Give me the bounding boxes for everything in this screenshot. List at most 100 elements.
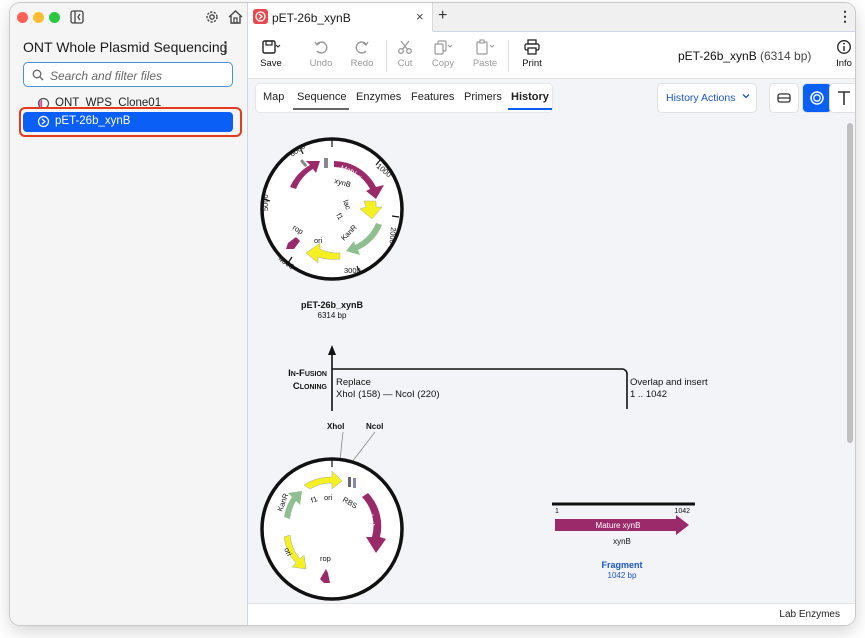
copy-icon — [434, 40, 453, 55]
save-button[interactable]: Save — [254, 36, 288, 74]
cut-label: Cut — [397, 58, 413, 69]
fragment-gene-label: xynB — [613, 537, 631, 546]
tab-history-underline — [508, 108, 552, 110]
replace-detail: XhoI (158) — NcoI (220) — [336, 389, 440, 400]
undo-icon — [314, 41, 328, 54]
replace-label: Replace — [336, 377, 371, 388]
top-map-name: pET-26b_xynB — [301, 300, 364, 310]
feature-marker — [348, 477, 351, 487]
redo-label: Redo — [350, 58, 374, 69]
tick-label: 3000 — [344, 266, 361, 275]
print-label: Print — [522, 58, 542, 69]
feature-marker — [353, 478, 356, 488]
bottom-plasmid-map[interactable]: KanR f1 ori RBS lacI ori rop — [260, 457, 404, 601]
tab-primers[interactable]: Primers — [464, 91, 502, 103]
overlap-detail: 1 .. 1042 — [630, 389, 667, 400]
feature-label: ori — [324, 493, 333, 502]
history-actions-dropdown[interactable]: History Actions — [658, 84, 756, 112]
info-icon — [837, 40, 851, 54]
printer-icon — [524, 39, 540, 55]
vertical-scrollbar[interactable] — [846, 117, 855, 603]
tab-map[interactable]: Map — [263, 91, 284, 103]
main-pane: pET-26b_xynB × + ⋮ Save Undo Redo Cut Co… — [248, 3, 855, 625]
print-button[interactable]: Print — [515, 36, 549, 74]
gear-icon[interactable] — [204, 9, 220, 25]
status-bar: Lab Enzymes — [248, 603, 855, 625]
copy-button[interactable]: Copy — [426, 36, 460, 74]
redo-button[interactable]: Redo — [345, 36, 379, 74]
search-box[interactable] — [23, 62, 233, 87]
operation-connector — [328, 345, 628, 411]
chevron-down-icon — [742, 91, 750, 103]
tab-label: pET-26b_xynB — [272, 11, 351, 25]
fragment-length: 1042 bp — [608, 571, 637, 580]
tab-history[interactable]: History — [511, 91, 549, 103]
project-menu-button[interactable]: ⋮ — [218, 39, 233, 57]
info-button[interactable]: Info — [827, 36, 855, 74]
top-map-length: 6314 bp — [318, 311, 347, 320]
tab-sequence[interactable]: Sequence — [297, 91, 347, 103]
plasmid-tab-icon — [253, 9, 268, 24]
circular-view-button[interactable] — [803, 84, 831, 112]
text-view-button[interactable] — [830, 84, 855, 112]
sidebar: ONT Whole Plasmid Sequencing ⋮ ONT_WPS_C… — [10, 3, 248, 625]
search-icon — [32, 69, 44, 81]
tab-bar: pET-26b_xynB × + ⋮ — [248, 3, 855, 32]
feature-marker — [324, 158, 328, 168]
zoom-window-button[interactable] — [49, 12, 60, 23]
operation-title: In-Fusion — [288, 368, 327, 379]
more-options-button[interactable]: ⋮ — [838, 8, 852, 25]
site-label-xhoi[interactable]: XhoI — [327, 422, 344, 431]
scrollbar-thumb[interactable] — [847, 123, 853, 443]
minimize-window-button[interactable] — [33, 12, 44, 23]
view-tabs: Map Sequence Enzymes Features Primers Hi… — [256, 84, 552, 112]
linear-map-icon — [777, 93, 791, 103]
fragment-map[interactable]: 1 1042 Mature xynB xynB — [552, 502, 695, 546]
tab-sequence-underline — [293, 108, 349, 110]
app-window: ONT Whole Plasmid Sequencing ⋮ ONT_WPS_C… — [10, 3, 855, 625]
toolbar-divider — [508, 40, 509, 72]
text-icon — [838, 91, 850, 105]
tick-label: 2000 — [388, 227, 398, 244]
site-leader — [339, 431, 344, 461]
save-icon — [262, 40, 281, 54]
history-canvas: 1000 2000 3000 4000 5000 6000 Matu... xy… — [248, 117, 846, 603]
fragment-end: 1042 — [674, 508, 690, 515]
copy-label: Copy — [431, 58, 455, 69]
enzyme-set-label[interactable]: Lab Enzymes — [779, 609, 840, 620]
tick-label: 5000 — [261, 194, 270, 211]
history-actions-label: History Actions — [666, 92, 736, 104]
toolbar: Save Undo Redo Cut Copy Paste Print pET-… — [248, 32, 855, 79]
sidebar-toggle-icon[interactable] — [70, 10, 84, 24]
site-label-ncoi[interactable]: NcoI — [366, 422, 383, 431]
undo-button[interactable]: Undo — [304, 36, 338, 74]
cut-button[interactable]: Cut — [388, 36, 422, 74]
document-length: (6314 bp) — [760, 49, 812, 63]
fragment-title: Fragment — [601, 560, 642, 570]
fragment-start: 1 — [555, 508, 559, 515]
fragment-feature-label: Mature xynB — [596, 521, 641, 530]
circular-map-icon — [810, 91, 824, 105]
feature-label: ori — [314, 236, 323, 245]
save-label: Save — [260, 58, 282, 69]
tab-features[interactable]: Features — [411, 91, 454, 103]
file-item[interactable]: ONT_WPS_Clone01 — [23, 94, 233, 108]
linear-view-button[interactable] — [770, 84, 798, 112]
tab-enzymes[interactable]: Enzymes — [356, 91, 401, 103]
search-input[interactable] — [48, 66, 232, 86]
top-plasmid-map[interactable]: 1000 2000 3000 4000 5000 6000 Matu... xy… — [260, 137, 404, 281]
home-icon[interactable] — [227, 9, 244, 25]
operation-title: Cloning — [293, 381, 328, 392]
tab-document[interactable]: pET-26b_xynB × — [248, 3, 433, 32]
info-label: Info — [836, 58, 852, 69]
new-tab-button[interactable]: + — [438, 7, 447, 25]
tab-close-button[interactable]: × — [416, 9, 424, 24]
undo-label: Undo — [309, 58, 333, 69]
overlap-label: Overlap and insert — [630, 377, 708, 388]
site-leader — [351, 431, 376, 463]
close-window-button[interactable] — [17, 12, 28, 23]
paste-button[interactable]: Paste — [468, 36, 502, 74]
document-name: pET-26b_xynB — [678, 49, 757, 63]
selection-highlight-annotation — [19, 107, 242, 137]
redo-icon — [355, 41, 369, 54]
